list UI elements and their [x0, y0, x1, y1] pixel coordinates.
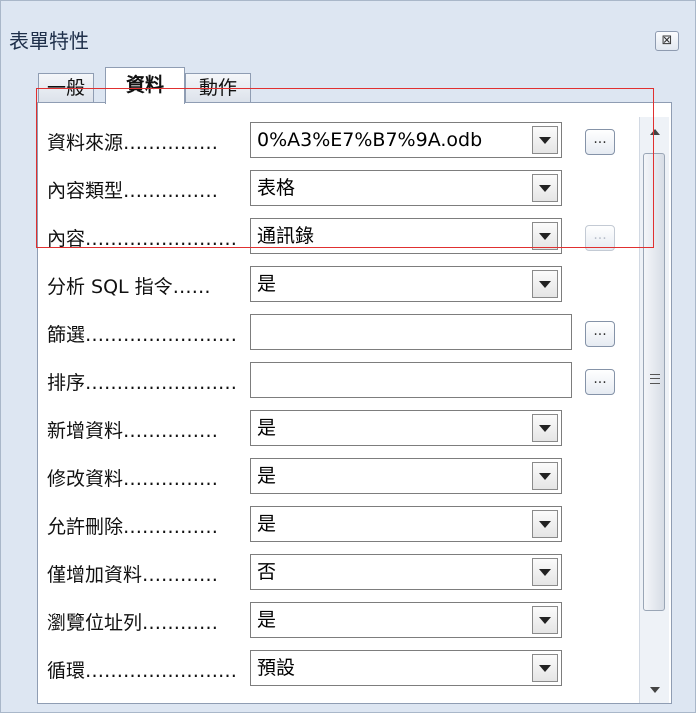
modify-data-value: 是: [257, 465, 277, 487]
navigation-bar-value: 是: [257, 609, 277, 631]
chevron-down-icon[interactable]: [532, 174, 558, 202]
content-browse-button: ...: [585, 225, 615, 251]
chevron-down-icon[interactable]: [532, 606, 558, 634]
scroll-down-arrow-icon[interactable]: [640, 677, 670, 701]
data-source-dropdown[interactable]: 0%A3%E7%B7%9A.odb: [250, 122, 562, 158]
data-source-value: 0%A3%E7%B7%9A.odb: [257, 129, 483, 151]
cycle-dropdown[interactable]: 預設: [250, 650, 562, 686]
add-only-dropdown[interactable]: 否: [250, 554, 562, 590]
cycle-value: 預設: [257, 657, 296, 679]
property-label: 排序……………………: [47, 372, 238, 394]
property-row-cycle: 循環…………………… 預設: [38, 646, 638, 690]
vertical-scrollbar[interactable]: [639, 117, 669, 703]
chevron-down-icon[interactable]: [532, 462, 558, 490]
navigation-bar-dropdown[interactable]: 是: [250, 602, 562, 638]
content-type-value: 表格: [257, 177, 296, 199]
property-label: 僅增加資料…………: [47, 564, 219, 586]
property-label: 瀏覽位址列…………: [47, 612, 219, 634]
add-data-value: 是: [257, 417, 277, 439]
analyze-sql-value: 是: [257, 273, 277, 295]
property-label: 篩選……………………: [47, 324, 238, 346]
allow-delete-dropdown[interactable]: 是: [250, 506, 562, 542]
chevron-down-icon[interactable]: [532, 510, 558, 538]
property-label: 分析 SQL 指令……: [47, 276, 211, 298]
sort-input[interactable]: [250, 362, 572, 398]
filter-browse-button[interactable]: ...: [585, 321, 615, 347]
property-label: 資料來源……………: [47, 132, 219, 154]
property-row-allow-delete: 允許刪除…………… 是: [38, 502, 638, 546]
property-row-modify-data: 修改資料…………… 是: [38, 454, 638, 498]
chevron-down-icon[interactable]: [532, 126, 558, 154]
form-properties-dialog: 表單特性 ⊠ 一般 資料 動作 資料來源…………… 0%A3%E7%B7%9A.…: [0, 0, 696, 713]
chevron-down-icon[interactable]: [532, 414, 558, 442]
scrollbar-thumb[interactable]: [643, 153, 665, 611]
chevron-down-icon[interactable]: [532, 654, 558, 682]
chevron-down-icon[interactable]: [532, 558, 558, 586]
sort-browse-button[interactable]: ...: [585, 369, 615, 395]
property-label: 修改資料……………: [47, 468, 219, 490]
property-row-content-type: 內容類型…………… 表格: [38, 166, 638, 210]
property-row-filter: 篩選…………………… ...: [38, 310, 638, 354]
content-value: 通訊錄: [257, 225, 315, 247]
grip-icon: [650, 374, 660, 384]
property-row-content: 內容…………………… 通訊錄 ...: [38, 214, 638, 258]
chevron-down-icon[interactable]: [532, 270, 558, 298]
property-row-add-only: 僅增加資料………… 否: [38, 550, 638, 594]
property-label: 內容類型……………: [47, 180, 219, 202]
data-source-browse-button[interactable]: ...: [585, 129, 615, 155]
allow-delete-value: 是: [257, 513, 277, 535]
chevron-down-icon[interactable]: [532, 222, 558, 250]
property-row-analyze-sql: 分析 SQL 指令…… 是: [38, 262, 638, 306]
property-row-navigation-bar: 瀏覽位址列………… 是: [38, 598, 638, 642]
tab-events[interactable]: 動作: [185, 73, 251, 103]
property-label: 內容……………………: [47, 228, 238, 250]
modify-data-dropdown[interactable]: 是: [250, 458, 562, 494]
dialog-title: 表單特性: [9, 29, 89, 53]
content-type-dropdown[interactable]: 表格: [250, 170, 562, 206]
property-row-data-source: 資料來源…………… 0%A3%E7%B7%9A.odb ...: [38, 118, 638, 162]
property-row-add-data: 新增資料…………… 是: [38, 406, 638, 450]
add-data-dropdown[interactable]: 是: [250, 410, 562, 446]
close-button[interactable]: ⊠: [655, 31, 679, 51]
tab-general[interactable]: 一般: [38, 73, 94, 103]
analyze-sql-dropdown[interactable]: 是: [250, 266, 562, 302]
filter-input[interactable]: [250, 314, 572, 350]
tab-data[interactable]: 資料: [105, 67, 185, 104]
property-label: 循環……………………: [47, 660, 238, 682]
scroll-up-arrow-icon[interactable]: [640, 121, 670, 145]
content-dropdown[interactable]: 通訊錄: [250, 218, 562, 254]
add-only-value: 否: [257, 561, 277, 583]
property-label: 允許刪除……………: [47, 516, 219, 538]
property-row-sort: 排序…………………… ...: [38, 358, 638, 402]
property-label: 新增資料……………: [47, 420, 219, 442]
data-properties-panel: 資料來源…………… 0%A3%E7%B7%9A.odb ... 內容類型……………: [37, 102, 672, 704]
